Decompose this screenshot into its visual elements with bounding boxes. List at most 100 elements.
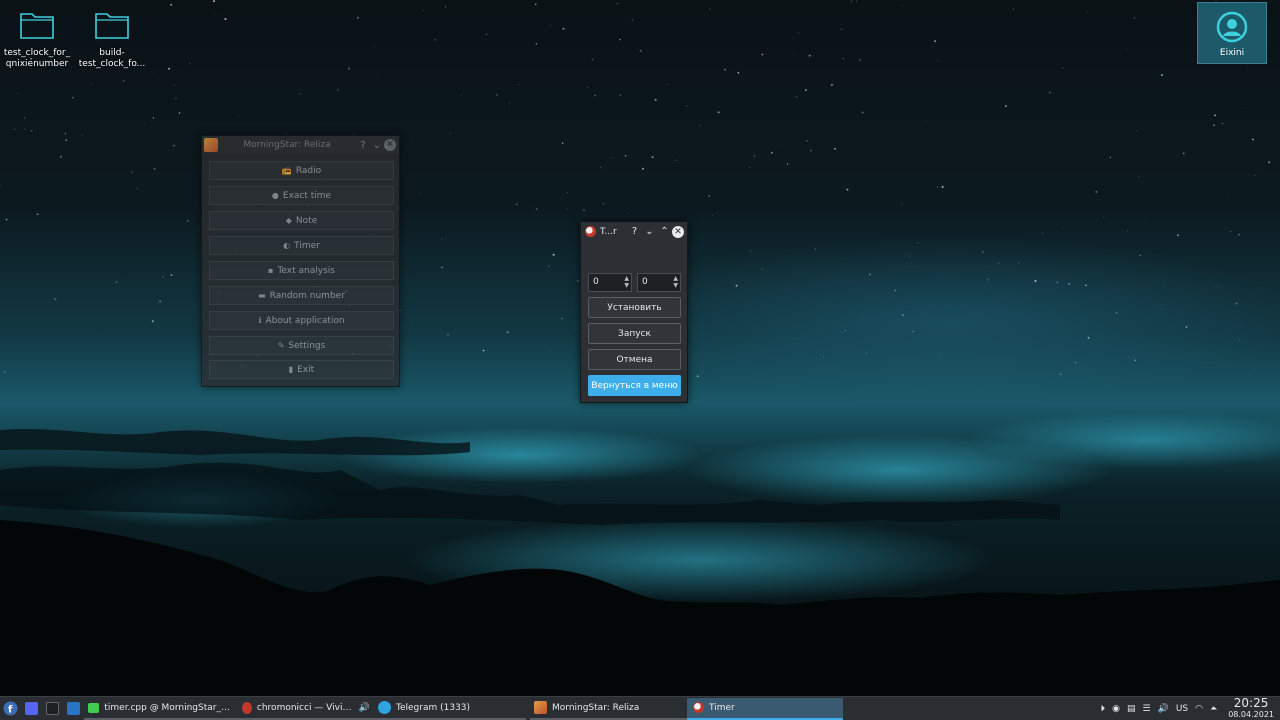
tray-expand-icon[interactable]: ⏶	[1210, 704, 1217, 714]
document-icon: ▪	[268, 266, 274, 275]
timer-titlebar[interactable]: T...r ? ⌄ ⌃ ✕	[581, 222, 687, 241]
task-label: Telegram (1333)	[396, 702, 471, 713]
button-label: Radio	[295, 165, 322, 176]
button-label: About application	[265, 315, 345, 326]
door-icon: ▮	[288, 365, 294, 374]
desktop-icon-label: build-	[99, 48, 125, 58]
speaker-icon: 🔊	[358, 702, 370, 713]
task-label: chromonicci — Vivid. — ...	[256, 702, 354, 713]
keyboard-layout[interactable]: US	[1176, 704, 1188, 714]
morningstar-window: MorningStar: Reliza ? ⌄ ✕ 📻 Radio ● Exac…	[201, 135, 400, 387]
radio-icon: 📻	[281, 166, 292, 175]
app-launcher[interactable]: f	[0, 698, 21, 720]
volume-icon[interactable]: 🔊	[1158, 704, 1169, 714]
seconds-spinbox[interactable]: 0 ▲ ▼	[637, 273, 681, 292]
vivaldi-icon	[242, 701, 252, 714]
morningstar-titlebar[interactable]: MorningStar: Reliza ? ⌄ ✕	[202, 136, 399, 154]
spin-arrows-icon[interactable]: ▲ ▼	[624, 275, 629, 289]
clipboard-icon[interactable]: ▤	[1127, 704, 1136, 714]
clock-icon: ●	[271, 191, 279, 200]
wrench-icon: ✎	[277, 341, 285, 350]
note-button[interactable]: ◆ Note	[209, 211, 394, 230]
taskbar: f timer.cpp @ MorningStar_Re... chromoni…	[0, 696, 1280, 720]
system-tray: ⏵ ◉ ▤ ☰ 🔊 US ◠ ⏶ 20:25 08.04.2021	[1101, 697, 1280, 720]
task-label: timer.cpp @ MorningStar_Re...	[104, 702, 234, 713]
random-number-button[interactable]: ▬ Random number	[209, 286, 394, 305]
morningstar-app-icon	[534, 701, 547, 714]
settings-button[interactable]: ✎ Settings	[209, 336, 394, 355]
desktop-icon-label-line2: test_clock_fo...	[78, 59, 146, 69]
desktop-icon-label: test_clock_for_	[3, 48, 71, 58]
timer-window: T...r ? ⌄ ⌃ ✕ 0 ▲ ▼ 0 ▲ ▼ Установить Запус…	[580, 221, 688, 403]
clock[interactable]: 20:25 08.04.2021	[1228, 697, 1274, 720]
network-globe-icon[interactable]: ◉	[1112, 704, 1120, 714]
close-button[interactable]: ✕	[384, 139, 396, 151]
help-button[interactable]: ?	[356, 140, 370, 151]
info-icon: ℹ	[258, 316, 262, 325]
about-application-button[interactable]: ℹ About application	[209, 311, 394, 330]
jetbrains-launcher[interactable]	[42, 698, 63, 720]
morningstar-app-icon	[204, 138, 218, 152]
exact-time-button[interactable]: ● Exact time	[209, 186, 394, 205]
task-label: Timer	[709, 702, 735, 713]
user-icon	[1216, 11, 1248, 43]
timer-icon: ◐	[283, 241, 291, 250]
window-title: MorningStar: Reliza	[243, 140, 331, 150]
button-label: Exit	[297, 364, 315, 375]
user-tile[interactable]: Eixini	[1197, 2, 1267, 64]
radio-button[interactable]: 📻 Radio	[209, 161, 394, 180]
folder-icon	[20, 13, 54, 39]
clock-time: 20:25	[1233, 696, 1269, 710]
minimize-button[interactable]: ⌄	[642, 226, 657, 237]
ide-icon	[46, 702, 59, 715]
task-timer-cpp[interactable]: timer.cpp @ MorningStar_Re...	[84, 698, 238, 720]
timer-app-icon	[585, 226, 596, 237]
minimize-button[interactable]: ⌄	[370, 140, 384, 151]
qtcreator-icon	[88, 702, 100, 713]
discord-launcher[interactable]	[21, 698, 42, 720]
button-label: Settings	[288, 340, 326, 351]
desktop-folder-test-clock[interactable]: test_clock_for_ qnixienumber	[0, 10, 77, 70]
button-label: Text analysis	[277, 265, 335, 276]
help-button[interactable]: ?	[627, 226, 642, 237]
task-morningstar[interactable]: MorningStar: Reliza	[530, 698, 687, 720]
spinbox-value: 0	[642, 277, 648, 287]
button-label: Random number	[269, 290, 345, 301]
desktop-folder-build-test-clock[interactable]: build- test_clock_fo...	[72, 10, 152, 70]
media-play-icon[interactable]: ⏵	[1101, 704, 1106, 714]
cancel-button[interactable]: Отмена	[588, 349, 681, 370]
svg-text:f: f	[8, 705, 13, 716]
desktop-icon-label-line2: qnixienumber	[5, 59, 69, 69]
task-label: MorningStar: Reliza	[552, 702, 640, 713]
task-chromonicci[interactable]: chromonicci — Vivid. — ... 🔊	[238, 698, 374, 720]
button-label: Exact time	[282, 190, 332, 201]
task-telegram[interactable]: Telegram (1333)	[374, 698, 526, 720]
maximize-button[interactable]: ⌃	[657, 226, 672, 237]
set-button[interactable]: Установить	[588, 297, 681, 318]
button-label: Timer	[294, 240, 320, 251]
back-to-menu-button[interactable]: Вернуться в меню	[588, 375, 681, 396]
text-analysis-button[interactable]: ▪ Text analysis	[209, 261, 394, 280]
spin-arrows-icon[interactable]: ▲ ▼	[673, 275, 678, 289]
wifi-icon[interactable]: ◠	[1195, 704, 1203, 714]
window-title: T...r	[600, 226, 617, 237]
timer-app-icon	[693, 702, 704, 713]
telegram-icon	[378, 701, 391, 714]
start-button[interactable]: Запуск	[588, 323, 681, 344]
dice-icon: ▬	[258, 291, 266, 300]
fedora-logo-icon: f	[3, 701, 18, 716]
exit-button[interactable]: ▮ Exit	[209, 360, 394, 379]
folder-icon	[95, 13, 129, 39]
spinbox-value: 0	[593, 277, 599, 287]
clock-date: 08.04.2021	[1228, 710, 1274, 719]
note-icon: ◆	[285, 216, 292, 225]
minutes-spinbox[interactable]: 0 ▲ ▼	[588, 273, 632, 292]
notes-icon[interactable]: ☰	[1143, 704, 1151, 714]
timer-button[interactable]: ◐ Timer	[209, 236, 394, 255]
user-name: Eixini	[1219, 48, 1245, 58]
task-timer[interactable]: Timer	[687, 697, 843, 720]
close-button[interactable]: ✕	[672, 225, 684, 238]
discord-icon	[25, 702, 38, 715]
vscode-icon	[67, 702, 80, 715]
vscode-launcher[interactable]	[63, 698, 84, 720]
